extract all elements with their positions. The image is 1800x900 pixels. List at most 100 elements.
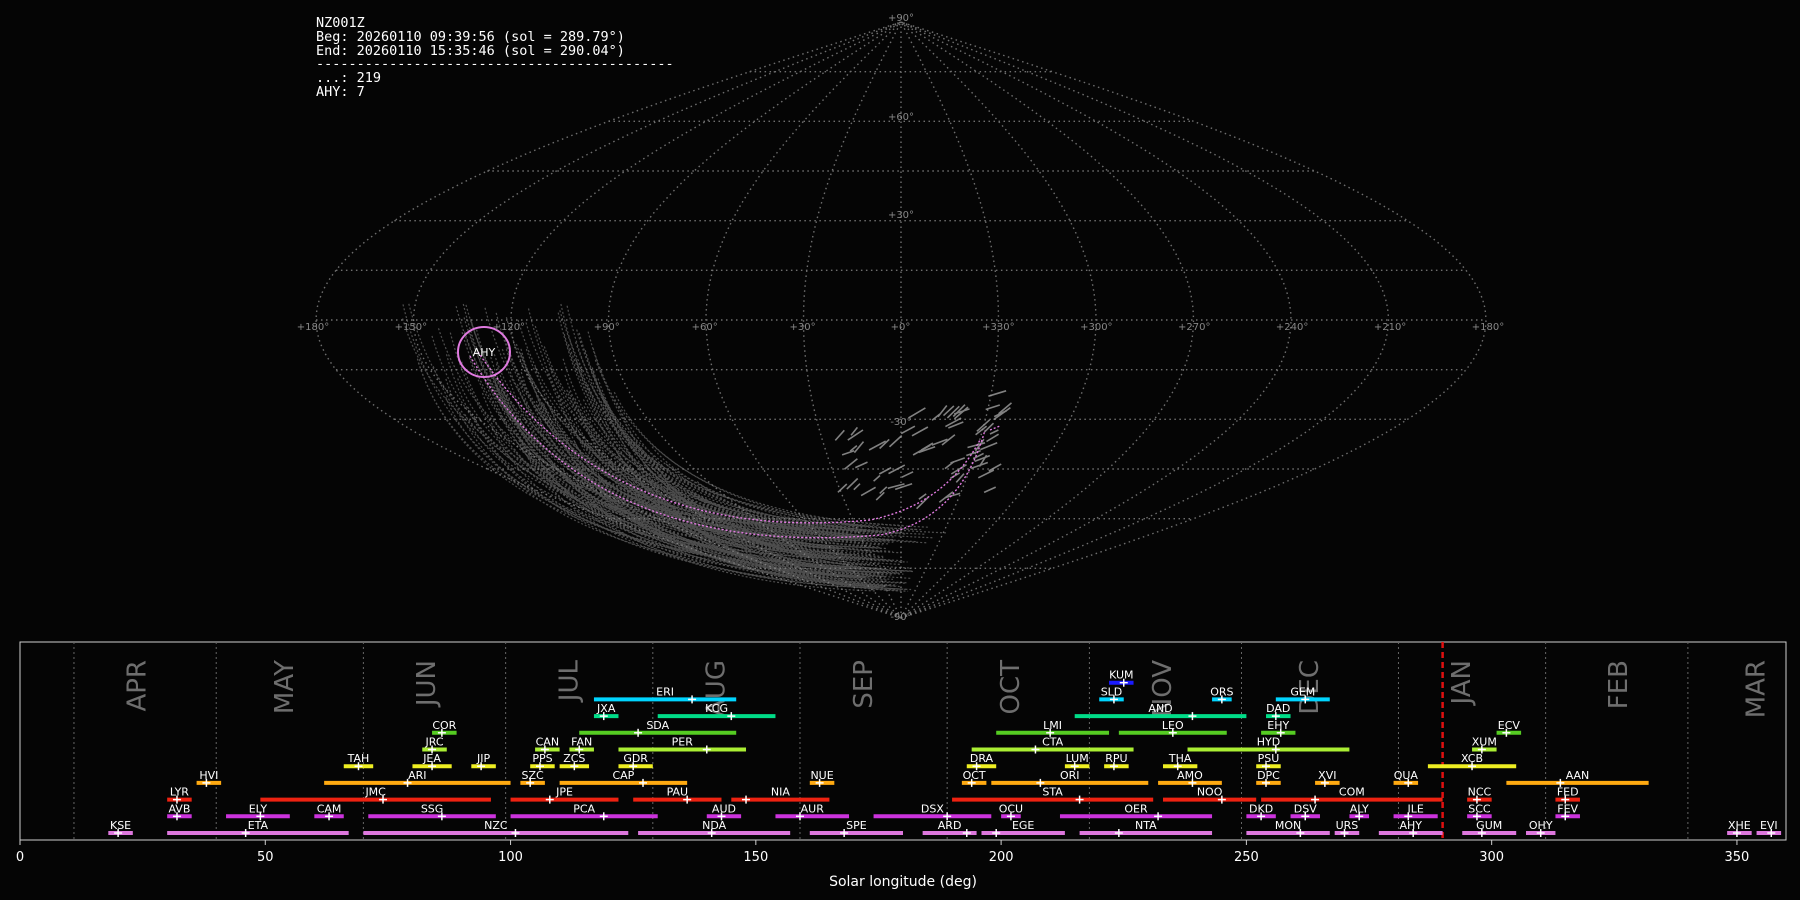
shower-ohy: OHY [1526, 819, 1556, 837]
shower-com: COM [1261, 786, 1443, 804]
shower-cta: CTA [971, 736, 1134, 754]
month-label: JUN [412, 660, 442, 708]
shower-label: LYR [170, 786, 189, 799]
shower-eta: ETA [167, 819, 349, 837]
shower-label: COM [1339, 786, 1365, 799]
shower-label: ELY [249, 802, 268, 815]
sporadic-trail [519, 352, 881, 527]
shower-ahy: AHY [1378, 819, 1443, 837]
shower-xcb: XCB [1427, 752, 1517, 771]
shower-label: OCU [999, 802, 1023, 815]
shower-urs: URS [1334, 819, 1360, 837]
shower-label: SLD [1101, 685, 1123, 698]
sporadic-meteor [937, 405, 948, 418]
lon-label: +150° [395, 322, 427, 333]
lon-label: +210° [1374, 322, 1406, 333]
shower-label: NDA [702, 819, 727, 832]
shower-xum: XUM [1472, 736, 1497, 754]
shower-lum: LUM [1064, 752, 1090, 771]
shower-jmc: JMC [260, 786, 491, 804]
lon-label: +0° [891, 322, 911, 333]
shower-xvi: XVI [1315, 769, 1340, 787]
shower-ard: ARD [922, 819, 977, 837]
shower-cam: CAM [314, 802, 344, 821]
shower-fed: FED [1555, 786, 1580, 804]
month-label: FEB [1604, 660, 1634, 709]
shower-label: DSV [1294, 802, 1317, 815]
shower-oct: OCT [961, 769, 987, 787]
shower-label: OCT [963, 769, 986, 782]
ahy-trail [989, 425, 1001, 431]
shower-ncc: NCC [1467, 786, 1492, 804]
shower-label: RPU [1105, 752, 1127, 765]
shower-kum: KUM [1109, 669, 1134, 687]
sporadic-meteor [983, 486, 997, 494]
shower-kcg: KCG [657, 702, 776, 721]
shower-label: SCC [1468, 802, 1491, 815]
sporadic-trail [492, 376, 888, 570]
shower-label: XUM [1472, 736, 1497, 749]
x-tick-label: 100 [498, 850, 523, 865]
shower-label: NUE [810, 769, 833, 782]
shower-label: PAU [667, 786, 689, 799]
shower-spe: SPE [809, 819, 903, 837]
shower-psu: PSU [1256, 752, 1281, 771]
shower-label: DPC [1257, 769, 1280, 782]
shower-dsv: DSV [1290, 802, 1320, 821]
lon-label: +30° [790, 322, 816, 333]
shower-aud: AUD [706, 802, 742, 821]
sporadic-meteor [901, 471, 914, 478]
shower-label: LMI [1043, 719, 1062, 732]
shower-jxa: JXA [593, 702, 619, 721]
shower-label: SDA [646, 719, 669, 732]
lon-label: +270° [1178, 322, 1210, 333]
lat-label: -90° [890, 612, 911, 623]
shower-can: CAN [535, 736, 560, 754]
shower-kse: KSE [108, 819, 133, 837]
shower-ari: ARI [324, 769, 511, 787]
shower-label: ARI [408, 769, 426, 782]
shower-hvi: HVI [196, 769, 222, 787]
shower-timeline-chart: APR MAY JUN JUL AUG SEP OCT NOV DEC JAN FEB MARKUME… [16, 641, 1787, 890]
month-label: APR [123, 660, 153, 712]
shower-label: HYD [1257, 736, 1280, 749]
shower-label: LEO [1162, 719, 1184, 732]
shower-dad: DAD [1266, 702, 1291, 721]
shower-label: QUA [1394, 769, 1419, 782]
shower-label: ORI [1060, 769, 1080, 782]
sporadic-meteor [873, 474, 881, 482]
shower-jpe: JPE [510, 786, 619, 804]
month-label: MAR [1742, 660, 1772, 718]
month-label: MAY [270, 660, 300, 714]
sporadic-trail [525, 322, 896, 538]
shower-label: NZC [484, 819, 508, 832]
shower-amo: AMO [1158, 769, 1222, 787]
shower-szc: SZC [520, 769, 545, 787]
shower-xhe: XHE [1727, 819, 1752, 837]
radiant-sky-map: AHY +90° +60° +30° -30° -90° +180° +150° +120° +9… [297, 13, 1504, 623]
x-tick-label: 150 [743, 850, 768, 865]
shower-ehy: EHY [1261, 719, 1296, 737]
shower-label: NTA [1135, 819, 1157, 832]
lon-label: +120° [493, 322, 525, 333]
sporadic-meteor [834, 429, 845, 441]
sporadic-meteor [989, 429, 999, 435]
shower-label: OER [1124, 802, 1148, 815]
shower-label: NOO [1197, 786, 1223, 799]
shower-nia: NIA [731, 786, 830, 804]
shower-label: AND [1148, 702, 1172, 715]
shower-label: JPE [555, 786, 573, 799]
shower-ecv: ECV [1496, 719, 1522, 737]
sporadic-meteor [993, 407, 1011, 421]
shower-label: JMC [364, 786, 386, 799]
shower-ocu: OCU [999, 802, 1023, 821]
shower-label: CAN [536, 736, 559, 749]
shower-noo: NOO [1162, 786, 1257, 804]
sporadic-meteor [986, 433, 1000, 443]
sporadic-meteor [970, 461, 989, 470]
ahy-radiant-label: AHY [473, 346, 496, 359]
shower-label: ARD [938, 819, 962, 832]
shower-label: ERI [656, 685, 674, 698]
shower-aur: AUR [775, 802, 850, 821]
shower-label: TAH [347, 752, 370, 765]
